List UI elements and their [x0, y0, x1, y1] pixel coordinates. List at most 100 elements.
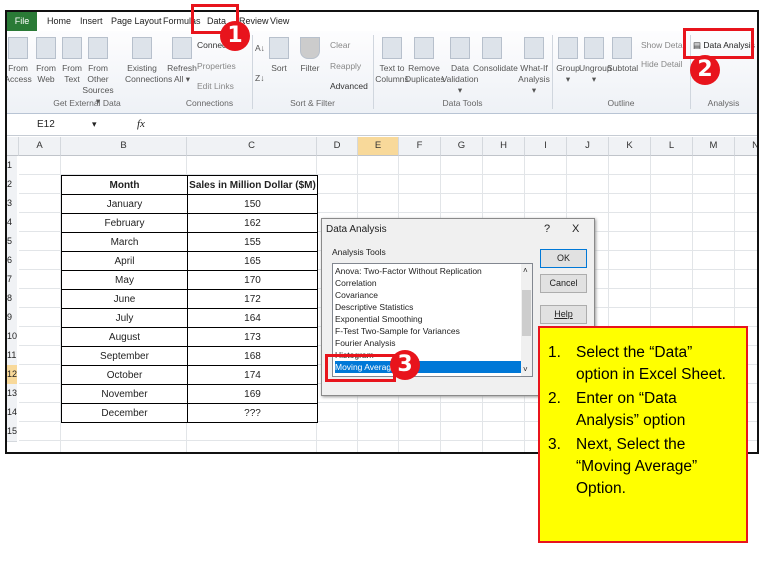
sales-cell[interactable]: 155	[187, 232, 318, 252]
month-cell[interactable]: June	[61, 289, 188, 309]
existing-connections-button[interactable]: Existing Connections	[125, 37, 172, 85]
filter-button[interactable]: Filter	[297, 37, 323, 74]
sales-cell[interactable]: 150	[187, 194, 318, 214]
sales-cell[interactable]: ???	[187, 403, 318, 423]
reapply-button[interactable]: Reapply	[330, 61, 361, 71]
sales-cell[interactable]: 165	[187, 251, 318, 271]
name-box[interactable]: E12	[37, 119, 55, 130]
column-header-I[interactable]: I	[525, 137, 567, 156]
row-header-9[interactable]: 9	[7, 308, 17, 328]
edit-links-button[interactable]: Edit Links	[197, 81, 234, 91]
row-header-2[interactable]: 2	[7, 175, 17, 195]
row-header-1[interactable]: 1	[7, 156, 17, 176]
tab-insert[interactable]: Insert	[80, 16, 103, 26]
consolidate-button[interactable]: Consolidate	[473, 37, 518, 74]
sales-cell[interactable]: 169	[187, 384, 318, 404]
sales-cell[interactable]: 164	[187, 308, 318, 328]
row-header-15[interactable]: 15	[7, 422, 17, 442]
sales-cell[interactable]: 168	[187, 346, 318, 366]
what-if-analysis-button[interactable]: What-If Analysis ▾	[515, 37, 553, 96]
clear-button[interactable]: Clear	[330, 40, 350, 50]
month-cell[interactable]: December	[61, 403, 188, 423]
help-icon[interactable]: ?	[544, 223, 550, 235]
select-all-corner[interactable]	[7, 137, 19, 156]
column-header-N[interactable]: N	[735, 137, 757, 156]
column-header-G[interactable]: G	[441, 137, 483, 156]
fx-icon[interactable]: fx	[137, 118, 145, 130]
column-header-M[interactable]: M	[693, 137, 735, 156]
month-cell[interactable]: March	[61, 232, 188, 252]
ok-button[interactable]: OK	[540, 249, 587, 268]
row-header-3[interactable]: 3	[7, 194, 17, 214]
list-item[interactable]: Correlation	[335, 277, 521, 289]
column-header-E[interactable]: E	[358, 137, 399, 156]
advanced-button[interactable]: Advanced	[330, 81, 368, 91]
label: Analysis ▾	[518, 74, 550, 95]
column-header-C[interactable]: C	[187, 137, 317, 156]
name-box-dropdown-icon[interactable]: ▾	[92, 119, 97, 130]
hide-detail-button[interactable]: Hide Detail	[641, 59, 683, 69]
from-other-sources-button[interactable]: From Other Sources ▾	[81, 37, 115, 107]
column-header-L[interactable]: L	[651, 137, 693, 156]
sales-cell[interactable]: 172	[187, 289, 318, 309]
row-header-13[interactable]: 13	[7, 384, 17, 404]
scrollbar[interactable]: ˄ ˅	[521, 264, 532, 376]
month-cell[interactable]: November	[61, 384, 188, 404]
list-item[interactable]: Covariance	[335, 289, 521, 301]
column-header-J[interactable]: J	[567, 137, 609, 156]
formula-input[interactable]	[157, 118, 752, 132]
column-header-B[interactable]: B	[61, 137, 187, 156]
scroll-down-icon[interactable]: ˅	[523, 365, 528, 374]
sort-button[interactable]: Sort	[269, 37, 289, 74]
list-item[interactable]: Anova: Two-Factor Without Replication	[335, 265, 521, 277]
column-header-D[interactable]: D	[317, 137, 358, 156]
sales-cell[interactable]: 162	[187, 213, 318, 233]
row-header-6[interactable]: 6	[7, 251, 17, 271]
month-cell[interactable]: August	[61, 327, 188, 347]
list-item[interactable]: F-Test Two-Sample for Variances	[335, 325, 521, 337]
callout-2: 2	[690, 55, 720, 85]
month-cell[interactable]: October	[61, 365, 188, 385]
tab-page-layout[interactable]: Page Layout	[111, 16, 162, 26]
month-cell[interactable]: January	[61, 194, 188, 214]
row-header-10[interactable]: 10	[7, 327, 17, 347]
row-header-14[interactable]: 14	[7, 403, 17, 423]
sales-cell[interactable]: 170	[187, 270, 318, 290]
scroll-up-icon[interactable]: ˄	[523, 266, 528, 275]
tab-file[interactable]: File	[7, 12, 37, 31]
help-button[interactable]: Help	[540, 305, 587, 324]
ungroup-button[interactable]: Ungroup ▾	[579, 37, 612, 85]
tab-home[interactable]: Home	[47, 16, 71, 26]
row-header-4[interactable]: 4	[7, 213, 17, 233]
list-item[interactable]: Fourier Analysis	[335, 337, 521, 349]
show-detail-button[interactable]: Show Detail	[641, 40, 686, 50]
row-header-8[interactable]: 8	[7, 289, 17, 309]
sales-cell[interactable]: 174	[187, 365, 318, 385]
column-header-F[interactable]: F	[399, 137, 441, 156]
row-header-5[interactable]: 5	[7, 232, 17, 252]
row-header-11[interactable]: 11	[7, 346, 17, 366]
month-cell[interactable]: April	[61, 251, 188, 271]
column-header-A[interactable]: A	[19, 137, 61, 156]
row-header-12[interactable]: 12	[7, 365, 17, 385]
month-cell[interactable]: September	[61, 346, 188, 366]
list-item[interactable]: Exponential Smoothing	[335, 313, 521, 325]
scroll-thumb[interactable]	[522, 290, 531, 336]
month-cell[interactable]: February	[61, 213, 188, 233]
row-header-7[interactable]: 7	[7, 270, 17, 290]
sort-za-icon[interactable]: Z↓	[255, 73, 264, 84]
sort-az-icon[interactable]: A↓	[255, 43, 265, 54]
remove-duplicates-button[interactable]: Remove Duplicates	[405, 37, 445, 85]
subtotal-button[interactable]: Subtotal	[607, 37, 638, 74]
sales-cell[interactable]: 173	[187, 327, 318, 347]
column-header-K[interactable]: K	[609, 137, 651, 156]
list-item[interactable]: Descriptive Statistics	[335, 301, 521, 313]
column-header-H[interactable]: H	[483, 137, 525, 156]
cancel-button[interactable]: Cancel	[540, 274, 587, 293]
close-icon[interactable]: X	[572, 223, 579, 235]
month-cell[interactable]: July	[61, 308, 188, 328]
callout-1: 1	[220, 21, 250, 51]
properties-button[interactable]: Properties	[197, 61, 236, 71]
tab-view[interactable]: View	[270, 16, 289, 26]
month-cell[interactable]: May	[61, 270, 188, 290]
